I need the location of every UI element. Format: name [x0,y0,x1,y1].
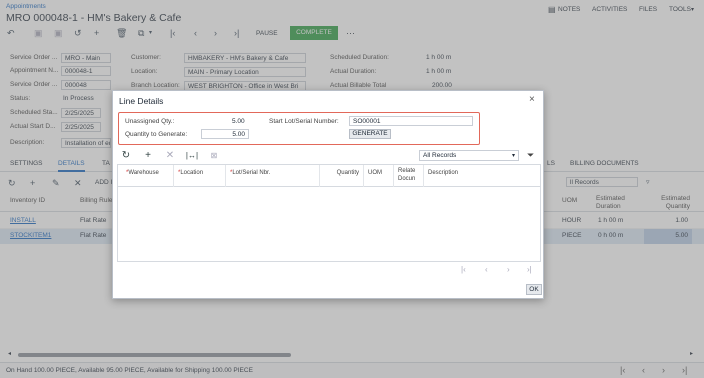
qty-to-generate-label: Quantity to Generate: [125,131,188,138]
col-uom[interactable]: UOM [364,165,394,187]
delete-row-icon[interactable]: ✕ [163,149,177,163]
ok-button[interactable]: OK [526,284,542,295]
refresh-icon[interactable]: ↻ [119,149,133,163]
next-page-icon[interactable]: › [507,265,510,274]
col-lot-serial[interactable]: *Lot/Serial Nbr. [226,165,320,187]
start-lot-field[interactable]: SO00001 [349,116,473,126]
last-page-icon[interactable]: ›| [527,265,532,274]
col-quantity[interactable]: Quantity [320,165,364,187]
col-description[interactable]: Description [424,165,540,187]
line-details-dialog: Line Details × Unassigned Qty.: 5.00 Qua… [112,90,544,299]
col-location[interactable]: *Location [174,165,226,187]
records-filter-select[interactable]: All Records ▾ [419,150,519,161]
export-icon[interactable]: ⊠ [207,149,221,163]
add-row-icon[interactable]: + [141,149,155,163]
start-lot-label: Start Lot/Serial Number: [269,118,339,125]
first-page-icon[interactable]: |‹ [461,265,466,274]
unassigned-qty-value: 5.00 [232,118,245,125]
unassigned-qty-label: Unassigned Qty.: [125,118,175,125]
close-icon[interactable]: × [529,94,535,105]
dialog-grid-header: *Warehouse *Location *Lot/Serial Nbr. Qu… [118,165,540,187]
chevron-down-icon: ▾ [511,153,515,159]
filter-icon[interactable]: ⏷ [527,150,534,161]
generate-panel: Unassigned Qty.: 5.00 Quantity to Genera… [118,112,480,145]
dialog-title: Line Details [119,96,164,106]
dialog-grid: *Warehouse *Location *Lot/Serial Nbr. Qu… [117,164,541,262]
col-related-document[interactable]: Relate Docun [394,165,424,187]
generate-button[interactable]: GENERATE [349,129,391,139]
prev-page-icon[interactable]: ‹ [485,265,488,274]
fit-columns-icon[interactable]: |↔| [185,149,199,163]
qty-to-generate-field[interactable]: 5.00 [201,129,249,139]
col-warehouse[interactable]: *Warehouse [122,165,174,187]
records-filter-value: All Records [423,152,457,159]
